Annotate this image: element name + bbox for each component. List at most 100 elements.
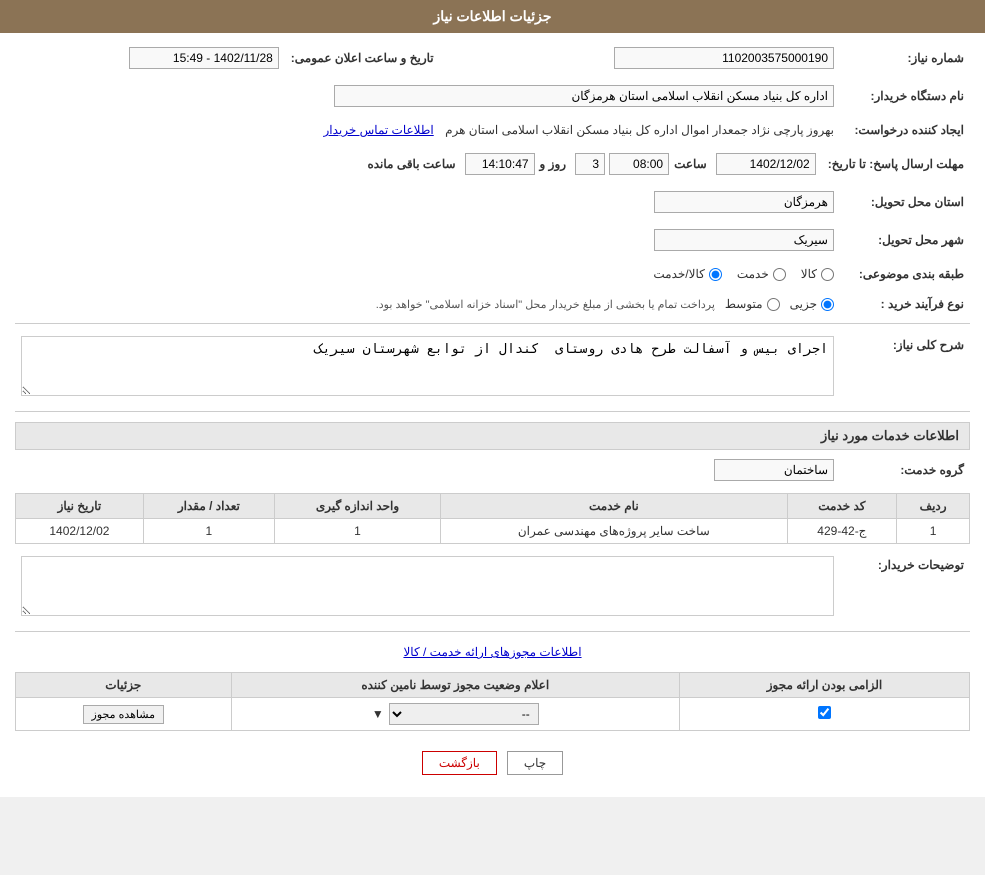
perm-status-cell: -- ▼	[231, 698, 679, 731]
send-deadline-label: مهلت ارسال پاسخ: تا تاریخ:	[822, 149, 970, 179]
col-service-name: نام خدمت	[441, 494, 787, 519]
perm-status-select[interactable]: --	[389, 703, 539, 725]
deadline-flex: ساعت روز و ساعت باقی مانده	[21, 153, 816, 175]
general-desc-cell: اجرای بیس و آسفالت طرح هادی روستای کندال…	[15, 332, 840, 403]
service-code-cell: ج-42-429	[787, 519, 897, 544]
general-desc-label: شرح کلی نیاز:	[840, 332, 970, 403]
services-section-header: اطلاعات خدمات مورد نیاز	[15, 422, 970, 450]
perm-required-cell	[679, 698, 969, 731]
col-service-code: کد خدمت	[787, 494, 897, 519]
process-table: نوع فرآیند خرید : جزیی متوسط پرداخت تمام…	[15, 293, 970, 315]
deadline-row-cell: ساعت روز و ساعت باقی مانده	[15, 149, 822, 179]
city-cell	[15, 225, 840, 255]
buyer-org-table: نام دستگاه خریدار:	[15, 81, 970, 111]
separator-2	[15, 411, 970, 412]
page-wrapper: جزئیات اطلاعات نیاز شماره نیاز: تاریخ و …	[0, 0, 985, 797]
need-number-table: شماره نیاز: تاریخ و ساعت اعلان عمومی:	[15, 43, 970, 73]
days-label: روز و	[540, 157, 567, 171]
page-title: جزئیات اطلاعات نیاز	[433, 8, 551, 24]
deadline-table: مهلت ارسال پاسخ: تا تاریخ: ساعت روز و سا…	[15, 149, 970, 179]
process-medium-radio[interactable]	[767, 298, 780, 311]
perm-dropdown-icon: ▼	[372, 707, 384, 721]
category-goods-radio[interactable]	[821, 268, 834, 281]
creator-value: بهروز پارچی نژاد جمعدار اموال اداره کل ب…	[445, 123, 834, 137]
perm-col-details: جزئیات	[16, 673, 232, 698]
category-service-label[interactable]: خدمت	[737, 267, 786, 281]
announce-date-input	[129, 47, 279, 69]
main-content: شماره نیاز: تاریخ و ساعت اعلان عمومی: نا…	[0, 33, 985, 797]
process-small-radio[interactable]	[821, 298, 834, 311]
services-table: ردیف کد خدمت نام خدمت واحد اندازه گیری ت…	[15, 493, 970, 544]
perm-col-status: اعلام وضعیت مجوز توسط نامین کننده	[231, 673, 679, 698]
perm-col-required: الزامی بودن ارائه مجوز	[679, 673, 969, 698]
city-label: شهر محل تحویل:	[840, 225, 970, 255]
separator-3	[15, 631, 970, 632]
category-both-text: کالا/خدمت	[653, 267, 704, 281]
process-row: جزیی متوسط پرداخت تمام یا بخشی از مبلغ خ…	[21, 297, 834, 311]
remaining-label: ساعت باقی مانده	[367, 157, 455, 171]
category-goods-text: کالا	[801, 267, 817, 281]
permissions-link[interactable]: اطلاعات مجوزهای ارائه خدمت / کالا	[15, 640, 970, 664]
quantity-cell: 1	[143, 519, 274, 544]
service-group-cell	[15, 455, 840, 485]
creator-cell: بهروز پارچی نژاد جمعدار اموال اداره کل ب…	[15, 119, 840, 141]
need-number-cell	[454, 43, 840, 73]
service-group-input	[714, 459, 834, 481]
city-input	[654, 229, 834, 251]
category-goods-label[interactable]: کالا	[801, 267, 834, 281]
category-cell: کالا خدمت کالا/خدمت	[15, 263, 840, 285]
buyer-org-label: نام دستگاه خریدار:	[840, 81, 970, 111]
unit-cell: 1	[274, 519, 440, 544]
process-medium-text: متوسط	[725, 297, 763, 311]
permissions-table: الزامی بودن ارائه مجوز اعلام وضعیت مجوز …	[15, 672, 970, 731]
send-date-input	[716, 153, 816, 175]
category-table: طبقه بندی موضوعی: کالا خدمت	[15, 263, 970, 285]
perm-table-row: -- ▼ مشاهده مجوز	[16, 698, 970, 731]
page-header: جزئیات اطلاعات نیاز	[0, 0, 985, 33]
category-both-label[interactable]: کالا/خدمت	[653, 267, 721, 281]
service-name-cell: ساخت سایر پروژه‌های مهندسی عمران	[441, 519, 787, 544]
back-button[interactable]: بازگشت	[422, 751, 497, 775]
view-permit-button[interactable]: مشاهده مجوز	[83, 705, 164, 724]
process-small-label[interactable]: جزیی	[790, 297, 834, 311]
province-table: استان محل تحویل:	[15, 187, 970, 217]
city-table: شهر محل تحویل:	[15, 225, 970, 255]
buyer-org-input	[334, 85, 834, 107]
send-remaining-input	[465, 153, 535, 175]
buyer-org-cell	[15, 81, 840, 111]
col-quantity: تعداد / مقدار	[143, 494, 274, 519]
need-number-label: شماره نیاز:	[840, 43, 970, 73]
buyer-desc-textarea[interactable]	[21, 556, 834, 616]
print-button[interactable]: چاپ	[507, 751, 563, 775]
category-label: طبقه بندی موضوعی:	[840, 263, 970, 285]
general-desc-textarea[interactable]: اجرای بیس و آسفالت طرح هادی روستای کندال…	[21, 336, 834, 396]
col-date: تاریخ نیاز	[16, 494, 144, 519]
row-num-cell: 1	[897, 519, 970, 544]
process-small-text: جزیی	[790, 297, 817, 311]
send-time-input	[609, 153, 669, 175]
category-service-text: خدمت	[737, 267, 769, 281]
process-note: پرداخت تمام یا بخشی از مبلغ خریدار محل "…	[376, 298, 715, 311]
announce-date-cell	[15, 43, 285, 73]
process-medium-label[interactable]: متوسط	[725, 297, 780, 311]
time-label: ساعت	[674, 157, 707, 171]
creator-label: ایجاد کننده درخواست:	[840, 119, 970, 141]
province-cell	[15, 187, 840, 217]
category-radio-group: کالا خدمت کالا/خدمت	[21, 267, 834, 281]
creator-table: ایجاد کننده درخواست: بهروز پارچی نژاد جم…	[15, 119, 970, 141]
buyer-desc-cell	[15, 552, 840, 623]
category-both-radio[interactable]	[709, 268, 722, 281]
need-number-input	[614, 47, 834, 69]
general-desc-table: شرح کلی نیاز: اجرای بیس و آسفالت طرح هاد…	[15, 332, 970, 403]
date-cell: 1402/12/02	[16, 519, 144, 544]
category-service-radio[interactable]	[773, 268, 786, 281]
col-unit: واحد اندازه گیری	[274, 494, 440, 519]
province-input	[654, 191, 834, 213]
table-row: 1 ج-42-429 ساخت سایر پروژه‌های مهندسی عم…	[16, 519, 970, 544]
announce-date-label: تاریخ و ساعت اعلان عمومی:	[285, 43, 454, 73]
perm-required-checkbox[interactable]	[818, 706, 831, 719]
creator-contact-link[interactable]: اطلاعات تماس خریدار	[324, 123, 434, 137]
send-days-input	[575, 153, 605, 175]
col-row-num: ردیف	[897, 494, 970, 519]
process-cell: جزیی متوسط پرداخت تمام یا بخشی از مبلغ خ…	[15, 293, 840, 315]
